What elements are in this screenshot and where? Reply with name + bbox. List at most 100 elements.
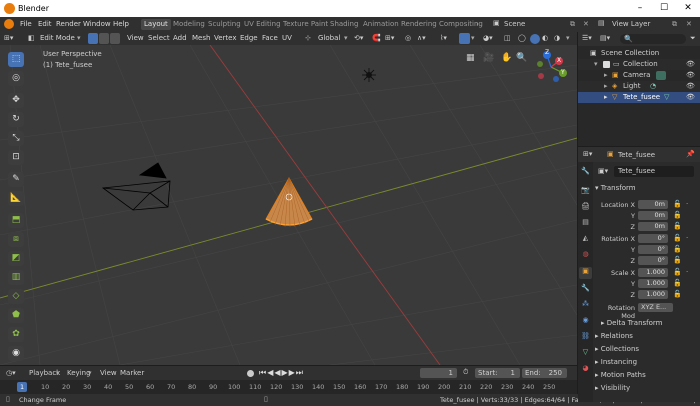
menu-vertex[interactable]: Vertex [214,33,237,44]
playback-dropdown-icon[interactable]: ▾ [56,369,60,377]
visibility-panel-header[interactable]: ▸ Visibility [595,383,630,394]
timeline-menu-marker[interactable]: Marker [120,369,144,377]
bevel-tool[interactable]: ◩ [8,251,24,266]
overlays-icon[interactable]: ◕▾ [483,33,493,44]
solid-shading-icon[interactable] [530,34,540,44]
mode-dropdown-icon[interactable]: ▾ [77,33,81,44]
cursor-tool[interactable]: ◎ [8,71,24,86]
pan-view-icon[interactable]: ✋ [501,53,512,63]
outliner-editor-icon[interactable]: ☰▾ [582,34,592,42]
record-button[interactable] [247,370,254,377]
rotation-mode-select[interactable]: XYZ E... [638,303,673,312]
blender-menu-icon[interactable] [4,19,14,29]
menu-mesh[interactable]: Mesh [192,33,210,44]
view-layer-name[interactable]: View Layer [612,20,650,28]
rotation-y-field[interactable]: 0° [638,245,668,254]
scale-y-field[interactable]: 1.000 [638,279,668,288]
collection-visibility-icon[interactable]: 👁 [686,59,695,70]
pin-icon[interactable]: 📌 [686,150,695,158]
menu-render[interactable]: Render [56,20,81,28]
tab-shading[interactable]: Shading [327,19,361,30]
proportional-edit-icon[interactable]: ◎ [405,33,411,44]
poly-build-tool[interactable]: ⬟ [8,308,24,323]
viewport-3d[interactable]: User Perspective (1) Tete_fusee ▦ 🎥 ✋ 🔍 … [0,45,577,365]
tab-texture-paint[interactable]: Texture Paint [280,19,331,30]
tab-animation[interactable]: Animation [360,19,402,30]
spin-tool[interactable]: ✿ [8,327,24,342]
material-tab-icon[interactable]: ◕ [580,364,591,372]
shading-dropdown-icon[interactable]: ▾ [566,33,570,44]
physics-tab-icon[interactable]: ◉ [580,316,591,324]
menu-file[interactable]: File [20,20,32,28]
collection-checkbox[interactable] [603,61,610,68]
filter-icon[interactable]: ⏷ [690,34,696,43]
menu-window[interactable]: Window [83,20,111,28]
view-layer-new-icon[interactable]: ⧉ [672,20,677,29]
rotate-tool[interactable]: ↻ [8,112,24,127]
menu-uv[interactable]: UV [282,33,292,44]
properties-editor-icon[interactable]: ⊞▾ [583,150,592,158]
workspace-more-icon[interactable]: › [476,20,479,28]
data-tab-icon[interactable]: ▽ [580,348,591,356]
minimize-button[interactable]: – [633,2,647,14]
inset-tool[interactable]: ⧈ [8,232,24,247]
orientation-selector[interactable]: Global [318,33,340,44]
camera-visibility-icon[interactable]: 👁 [686,70,695,81]
outliner-row-collection[interactable]: ▾ ▭ Collection 👁 [578,59,700,70]
tool-tab-icon[interactable]: 🔧 [580,167,591,175]
toggle-perspective-icon[interactable]: ▦ [466,53,475,63]
scene-name[interactable]: Scene [504,20,525,28]
motion-paths-panel-header[interactable]: ▸ Motion Paths [595,370,646,381]
tab-layout[interactable]: Layout [141,19,171,30]
current-frame-field[interactable]: 1 [420,368,457,378]
timeline-menu-keying[interactable]: Keying [67,369,91,377]
lock-rotation-x-icon[interactable]: 🔓 [673,234,682,242]
render-tab-icon[interactable]: 📷 [580,186,591,194]
keyframe-rotation-x-icon[interactable]: · [686,234,688,242]
expand-collection-icon[interactable]: ▾ [594,59,598,70]
lock-location-x-icon[interactable]: 🔓 [673,200,682,208]
instancing-panel-header[interactable]: ▸ Instancing [595,357,637,368]
timeline-editor-icon[interactable]: ◷▾ [6,369,16,377]
scale-x-field[interactable]: 1.000 [638,268,668,277]
delta-transform-panel-header[interactable]: ▸ Delta Transform [601,318,662,329]
mode-selector[interactable]: Edit Mode [40,33,75,44]
tab-modeling[interactable]: Modeling [170,19,208,30]
outliner-row-tete-fusee[interactable]: ▸ ▽ Tete_fusee ▽ 👁 [578,92,700,103]
view-layer-tab-icon[interactable]: ▤ [580,218,591,226]
camera-object[interactable] [101,162,171,211]
camera-view-icon[interactable]: 🎥 [483,53,494,63]
light-visibility-icon[interactable]: 👁 [686,81,695,92]
extrude-tool[interactable]: ⬒ [8,213,24,228]
lock-scale-z-icon[interactable]: 🔓 [673,290,682,298]
transform-panel-header[interactable]: ▾ Transform [595,183,636,194]
preview-range-icon[interactable]: ⏱ [463,368,468,377]
wireframe-shading-icon[interactable]: ◯ [518,33,526,44]
menu-edit[interactable]: Edit [38,20,52,28]
location-z-field[interactable]: 0m [638,222,668,231]
timeline-menu-view[interactable]: View [100,369,117,377]
cone-mesh-tete-fusee[interactable] [265,177,313,228]
gizmo-dropdown-icon[interactable]: ▾ [471,33,475,44]
end-frame-field[interactable]: End: 250 [522,368,567,378]
menu-help[interactable]: Help [113,20,129,28]
expand-light-icon[interactable]: ▸ [604,81,608,92]
pivot-point-icon[interactable]: ⟲▾ [354,33,363,44]
start-frame-field[interactable]: Start: 1 [475,368,520,378]
edit-options-icon[interactable]: ⌇▾ [440,33,447,44]
menu-view[interactable]: View [127,33,144,44]
display-mode-icon[interactable]: ▤▾ [600,34,610,42]
expand-mesh-icon[interactable]: ▸ [604,92,608,103]
menu-add[interactable]: Add [173,33,187,44]
collections-panel-header[interactable]: ▸ Collections [595,344,639,355]
menu-edge[interactable]: Edge [240,33,258,44]
lock-rotation-y-icon[interactable]: 🔓 [673,245,682,253]
menu-face[interactable]: Face [262,33,278,44]
output-tab-icon[interactable]: 🖨 [580,202,591,210]
object-tab-icon[interactable]: ▣ [579,267,592,279]
editor-type-icon[interactable]: ⊞▾ [4,33,13,44]
smooth-tool[interactable]: ◉ [8,346,24,361]
keying-dropdown-icon[interactable]: ▾ [88,369,92,377]
outliner-row-light[interactable]: ▸ ◈ Light ◔ 👁 [578,81,700,92]
tab-rendering[interactable]: Rendering [398,19,440,30]
